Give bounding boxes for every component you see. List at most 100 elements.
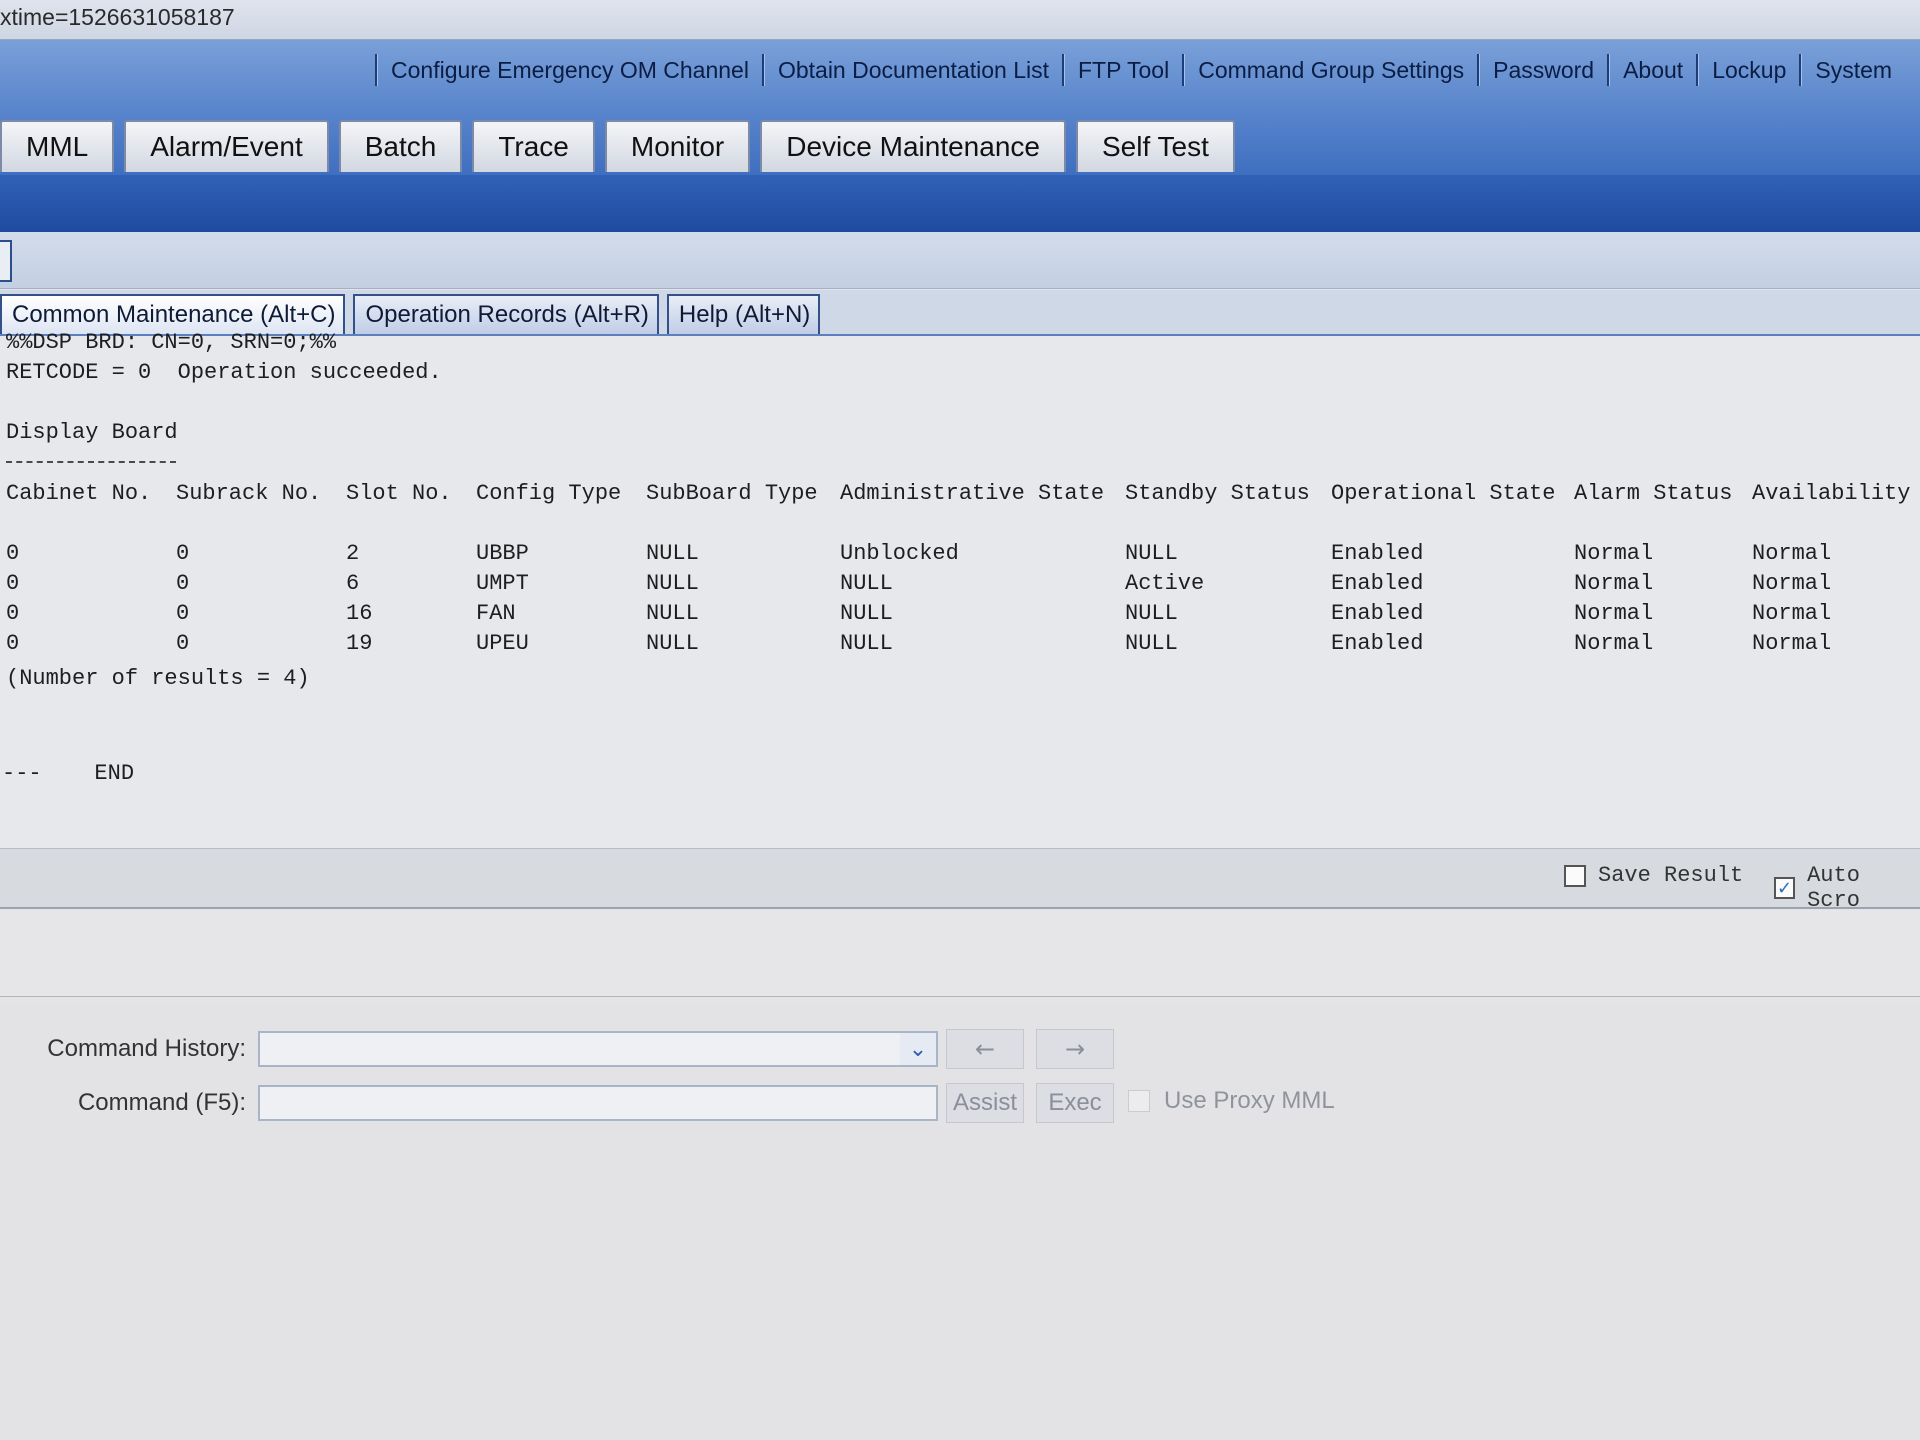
table-cell: NULL (646, 631, 699, 656)
menu-separator (1182, 54, 1186, 86)
menu-ftp-tool[interactable]: FTP Tool (1078, 57, 1169, 84)
column-header: Config Type (476, 481, 622, 506)
command-input[interactable] (258, 1085, 938, 1121)
use-proxy-mml-label: Use Proxy MML (1164, 1087, 1335, 1114)
table-cell: Enabled (1331, 571, 1424, 596)
chevron-down-icon[interactable]: ⌄ (900, 1033, 936, 1065)
table-cell: 0 (6, 601, 20, 626)
column-header: Standby Status (1125, 481, 1310, 506)
table-cell: 0 (176, 601, 190, 626)
column-header: Subrack No. (176, 481, 322, 506)
command-panel: Command History: ⌄ ← → Command (F5): Ass… (0, 1005, 1920, 1440)
menu-separator (1062, 54, 1065, 86)
app-header: Configure Emergency OM Channel Obtain Do… (0, 40, 1920, 232)
table-cell: Enabled (1331, 601, 1424, 626)
table-cell: 0 (6, 541, 20, 566)
top-menu: Configure Emergency OM Channel Obtain Do… (362, 50, 1892, 90)
table-cell: Enabled (1331, 541, 1424, 566)
exec-button[interactable]: Exec (1036, 1083, 1114, 1123)
column-header: Alarm Status (1574, 481, 1733, 506)
table-cell: NULL (1125, 601, 1178, 626)
section-title: Display Board (6, 420, 178, 445)
tab-operation-records[interactable]: Operation Records (Alt+R) (353, 294, 659, 334)
address-text: xtime=1526631058187 (0, 4, 235, 30)
assist-button[interactable]: Assist (946, 1083, 1024, 1123)
menu-separator (1799, 54, 1803, 86)
end-marker: --- END (2, 761, 135, 786)
output-console: %%DSP BRD: CN=0, SRN=0;%% RETCODE = 0 Op… (0, 330, 1920, 848)
table-cell: 0 (6, 631, 20, 656)
use-proxy-mml-option[interactable]: Use Proxy MML (1128, 1087, 1335, 1115)
auto-scroll-label: Auto Scro (1807, 863, 1860, 913)
menu-obtain-documentation-list[interactable]: Obtain Documentation List (778, 57, 1049, 84)
tab-device-maintenance[interactable]: Device Maintenance (760, 120, 1066, 172)
table-cell: NULL (646, 541, 699, 566)
save-result-option[interactable]: Save Result (1564, 863, 1743, 888)
table-cell: Unblocked (840, 541, 959, 566)
table-cell: UBBP (476, 541, 529, 566)
table-cell: Normal (1574, 601, 1654, 626)
column-header: Cabinet No. (6, 481, 152, 506)
panel-toggle-handle[interactable] (0, 240, 12, 282)
tab-mml[interactable]: MML (0, 120, 115, 172)
menu-configure-emergency-om-channel[interactable]: Configure Emergency OM Channel (391, 57, 749, 84)
menu-separator (1696, 54, 1700, 86)
section-underline (6, 461, 176, 463)
table-cell: 19 (346, 631, 373, 656)
menu-about[interactable]: About (1623, 57, 1683, 84)
table-cell: Normal (1752, 571, 1832, 596)
menu-separator (1477, 54, 1481, 86)
table-cell: Active (1125, 571, 1205, 596)
table-cell: 2 (346, 541, 360, 566)
column-header: Administrative State (840, 481, 1105, 506)
command-history-dropdown[interactable]: ⌄ (258, 1031, 938, 1067)
table-cell: Normal (1574, 571, 1654, 596)
menu-system[interactable]: System (1815, 57, 1892, 84)
tab-alarm-event[interactable]: Alarm/Event (124, 120, 329, 172)
column-header: SubBoard Type (646, 481, 818, 506)
main-tab-bar: MML Alarm/Event Batch Trace Monitor Devi… (0, 114, 1245, 172)
history-forward-button[interactable]: → (1036, 1029, 1114, 1069)
tab-trace[interactable]: Trace (472, 120, 595, 172)
menu-separator (761, 54, 765, 86)
menu-command-group-settings[interactable]: Command Group Settings (1198, 57, 1464, 84)
save-result-label: Save Result (1598, 863, 1744, 888)
tab-monitor[interactable]: Monitor (604, 120, 751, 172)
table-cell: 16 (346, 601, 373, 626)
use-proxy-mml-checkbox[interactable] (1128, 1090, 1150, 1112)
result-count: (Number of results = 4) (6, 666, 310, 691)
menu-password[interactable]: Password (1493, 57, 1594, 84)
table-cell: 0 (176, 631, 190, 656)
menu-lockup[interactable]: Lockup (1712, 57, 1786, 84)
auto-scroll-checkbox[interactable]: ✓ (1774, 877, 1796, 899)
tab-batch[interactable]: Batch (338, 120, 463, 172)
sub-toolbar (0, 232, 1920, 289)
table-cell: Normal (1752, 601, 1832, 626)
retcode-line: RETCODE = 0 Operation succeeded. (6, 360, 442, 385)
table-cell: NULL (1125, 541, 1178, 566)
history-back-button[interactable]: ← (946, 1029, 1024, 1069)
auto-scroll-option[interactable]: ✓ Auto Scro (1774, 863, 1920, 913)
table-cell: 0 (6, 571, 20, 596)
table-cell: UPEU (476, 631, 529, 656)
save-result-checkbox[interactable] (1564, 864, 1586, 887)
tab-help[interactable]: Help (Alt+N) (666, 294, 821, 334)
table-cell: NULL (646, 571, 699, 596)
table-cell: Normal (1574, 541, 1654, 566)
table-cell: NULL (646, 601, 699, 626)
splitter-panel (0, 910, 1920, 997)
table-cell: Normal (1574, 631, 1654, 656)
tab-common-maintenance[interactable]: Common Maintenance (Alt+C) (0, 294, 346, 334)
output-options-bar: Save Result ✓ Auto Scro (0, 848, 1920, 913)
header-band (0, 175, 1920, 232)
table-cell: Normal (1752, 541, 1832, 566)
command-echo: %%DSP BRD: CN=0, SRN=0;%% (6, 330, 337, 355)
table-cell: NULL (840, 631, 893, 656)
table-cell: NULL (840, 601, 893, 626)
tab-self-test[interactable]: Self Test (1075, 120, 1235, 172)
table-cell: Normal (1752, 631, 1832, 656)
menu-separator (1607, 54, 1611, 86)
column-header: Slot No. (346, 481, 452, 506)
table-cell: 0 (176, 571, 190, 596)
table-cell: Enabled (1331, 631, 1424, 656)
